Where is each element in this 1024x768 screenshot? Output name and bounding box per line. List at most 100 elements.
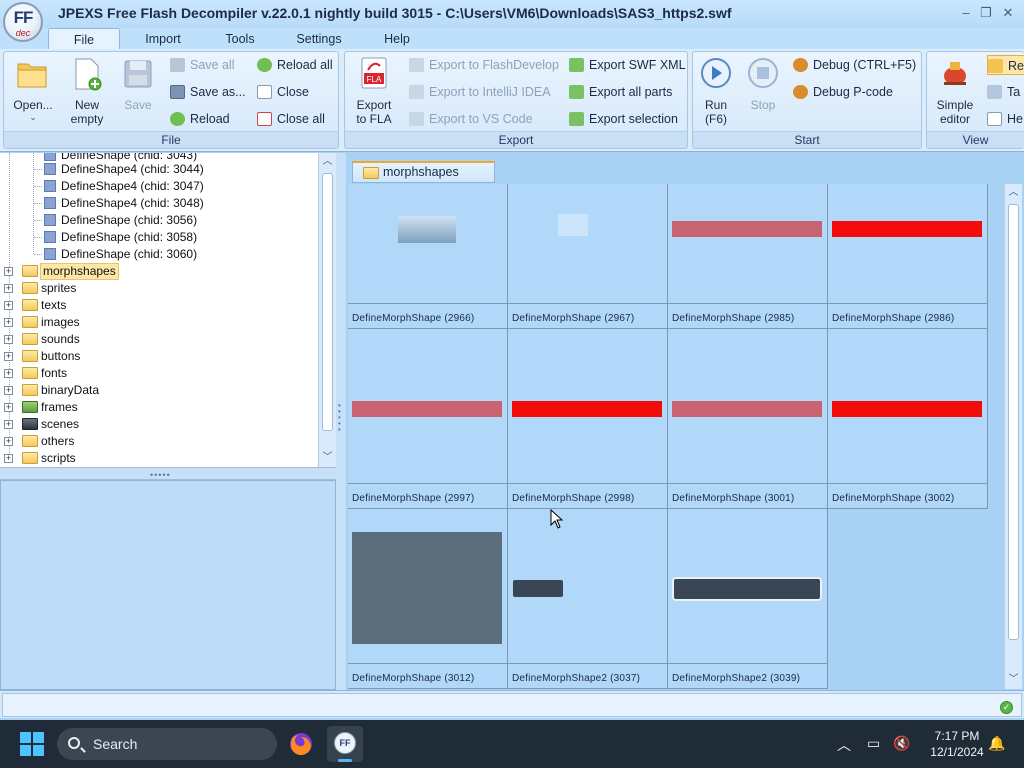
tab-help[interactable]: Help: [370, 28, 424, 50]
view-option-3-button[interactable]: He: [987, 109, 1023, 129]
open-button[interactable]: Open... ⌄: [8, 56, 58, 123]
view-option-1-button[interactable]: Re: [987, 55, 1024, 75]
preview-cell[interactable]: DefineMorphShape (2966): [348, 184, 508, 329]
tree-item-shape[interactable]: DefineShape (chid: 3060): [34, 246, 197, 263]
folder-icon: [22, 265, 38, 277]
expand-icon[interactable]: +: [4, 437, 13, 446]
vertical-splitter[interactable]: • • • • •: [336, 153, 346, 690]
expand-icon[interactable]: +: [4, 454, 13, 463]
debug-pcode-button[interactable]: Debug P-code: [793, 82, 893, 102]
tree-folder-morphshapes[interactable]: + morphshapes: [0, 263, 300, 280]
expand-icon[interactable]: +: [4, 420, 13, 429]
preview-cell[interactable]: DefineMorphShape (2997): [348, 329, 508, 509]
tree-folder-texts[interactable]: + texts: [0, 297, 300, 314]
tree-folder-sprites[interactable]: + sprites: [0, 280, 300, 297]
reload-all-button[interactable]: Reload all: [257, 55, 333, 75]
preview-cell[interactable]: DefineMorphShape (3001): [668, 329, 828, 509]
scroll-up-icon[interactable]: ︿: [1005, 184, 1022, 201]
horizontal-splitter[interactable]: •••••: [0, 467, 336, 480]
tab-settings[interactable]: Settings: [286, 28, 352, 50]
tree-folder-binarydata[interactable]: + binaryData: [0, 382, 300, 399]
debug-button[interactable]: Debug (CTRL+F5): [793, 55, 916, 75]
save-as-button[interactable]: Save as...: [170, 82, 246, 102]
windows-start-icon[interactable]: [20, 732, 44, 756]
expand-icon[interactable]: +: [4, 352, 13, 361]
preview-scrollbar[interactable]: ︿ ﹀: [1004, 184, 1022, 689]
scroll-down-icon[interactable]: ﹀: [319, 449, 336, 466]
resource-tree[interactable]: DefineShape (chid: 3043) DefineShape4 (c…: [0, 153, 318, 467]
export-vscode-button[interactable]: Export to VS Code: [409, 109, 533, 129]
scroll-down-icon[interactable]: ﹀: [1005, 671, 1022, 688]
preview-cell[interactable]: DefineMorphShape (2986): [828, 184, 988, 329]
expand-icon[interactable]: +: [4, 335, 13, 344]
taskbar-search-box[interactable]: Search: [57, 728, 277, 760]
ffdec-taskbar-icon[interactable]: FF: [327, 726, 363, 762]
preview-scroll-thumb[interactable]: [1008, 204, 1019, 640]
export-swf-xml-button[interactable]: Export SWF XML: [569, 55, 686, 75]
tree-folder-images[interactable]: + images: [0, 314, 300, 331]
expand-icon[interactable]: +: [4, 369, 13, 378]
expand-icon[interactable]: +: [4, 301, 13, 310]
run-button[interactable]: Run (F6): [695, 56, 737, 126]
preview-cell[interactable]: DefineMorphShape (2967): [508, 184, 668, 329]
export-flashdevelop-button[interactable]: Export to FlashDevelop: [409, 55, 559, 75]
save-button[interactable]: Save: [116, 56, 160, 112]
preview-cell[interactable]: DefineMorphShape (3002): [828, 329, 988, 509]
preview-cell-label: DefineMorphShape2 (3037): [508, 663, 667, 688]
save-all-button[interactable]: Save all: [170, 55, 234, 75]
export-intellij-button[interactable]: Export to IntelliJ IDEA: [409, 82, 551, 102]
export-selection-button[interactable]: Export selection: [569, 109, 678, 129]
tree-folder-buttons[interactable]: + buttons: [0, 348, 300, 365]
expand-icon[interactable]: +: [4, 318, 13, 327]
tab-import[interactable]: Import: [133, 28, 193, 50]
tree-item-shape[interactable]: DefineShape (chid: 3058): [34, 229, 197, 246]
tree-folder-sounds[interactable]: + sounds: [0, 331, 300, 348]
tree-folder-fonts[interactable]: + fonts: [0, 365, 300, 382]
network-icon[interactable]: ▭: [867, 735, 880, 752]
expand-icon[interactable]: +: [4, 403, 13, 412]
notification-bell-icon[interactable]: 🔔: [988, 735, 1005, 752]
start-group: Run (F6) Stop Debug (CTRL+F5) Debug P-co…: [692, 51, 922, 149]
firefox-taskbar-icon[interactable]: [283, 726, 319, 762]
folder-icon: [22, 333, 38, 345]
tab-file[interactable]: File: [48, 28, 120, 50]
view-option-2-button[interactable]: Ta: [987, 82, 1020, 102]
export-all-parts-button[interactable]: Export all parts: [569, 82, 672, 102]
reload-button[interactable]: Reload: [170, 109, 230, 129]
close-all-button[interactable]: Close all: [257, 109, 325, 129]
preview-cell[interactable]: DefineMorphShape (2985): [668, 184, 828, 329]
app-logo-icon[interactable]: FF dec: [3, 2, 43, 42]
tree-item-shape[interactable]: DefineShape (chid: 3056): [34, 212, 197, 229]
simple-editor-button[interactable]: Simple editor: [929, 56, 981, 126]
folder-preview-tab[interactable]: morphshapes: [352, 161, 495, 183]
chevron-up-icon[interactable]: ︿: [837, 735, 851, 755]
tab-tools[interactable]: Tools: [212, 28, 268, 50]
tree-scrollbar[interactable]: ︿ ﹀: [318, 153, 336, 467]
stop-button[interactable]: Stop: [743, 56, 783, 112]
close-button[interactable]: ✕: [998, 4, 1018, 22]
tree-folder-scripts[interactable]: + scripts: [0, 450, 300, 467]
new-empty-button[interactable]: New empty: [62, 56, 112, 126]
preview-cell[interactable]: DefineMorphShape2 (3037): [508, 509, 668, 689]
lower-left-panel: [0, 480, 336, 690]
minimize-button[interactable]: –: [956, 4, 976, 22]
tree-folder-scenes[interactable]: + scenes: [0, 416, 300, 433]
close-file-button[interactable]: Close: [257, 82, 309, 102]
expand-icon[interactable]: +: [4, 284, 13, 293]
preview-cell[interactable]: DefineMorphShape (3012): [348, 509, 508, 689]
preview-cell[interactable]: DefineMorphShape2 (3039): [668, 509, 828, 689]
clock[interactable]: 7:17 PM 12/1/2024: [922, 728, 992, 760]
scroll-up-icon[interactable]: ︿: [319, 153, 336, 170]
speaker-muted-icon[interactable]: 🔇: [893, 735, 910, 752]
tree-item-shape[interactable]: DefineShape4 (chid: 3044): [34, 161, 204, 178]
tree-folder-frames[interactable]: + frames: [0, 399, 300, 416]
maximize-button[interactable]: ❐: [976, 4, 996, 22]
expand-icon[interactable]: +: [4, 386, 13, 395]
expand-icon[interactable]: +: [4, 267, 13, 276]
tree-item-shape[interactable]: DefineShape4 (chid: 3047): [34, 178, 204, 195]
tree-item-shape[interactable]: DefineShape4 (chid: 3048): [34, 195, 204, 212]
tree-scroll-thumb[interactable]: [322, 173, 333, 431]
tree-folder-others[interactable]: + others: [0, 433, 300, 450]
export-to-fla-button[interactable]: FLA Export to FLA: [351, 56, 397, 126]
preview-cell[interactable]: DefineMorphShape (2998): [508, 329, 668, 509]
